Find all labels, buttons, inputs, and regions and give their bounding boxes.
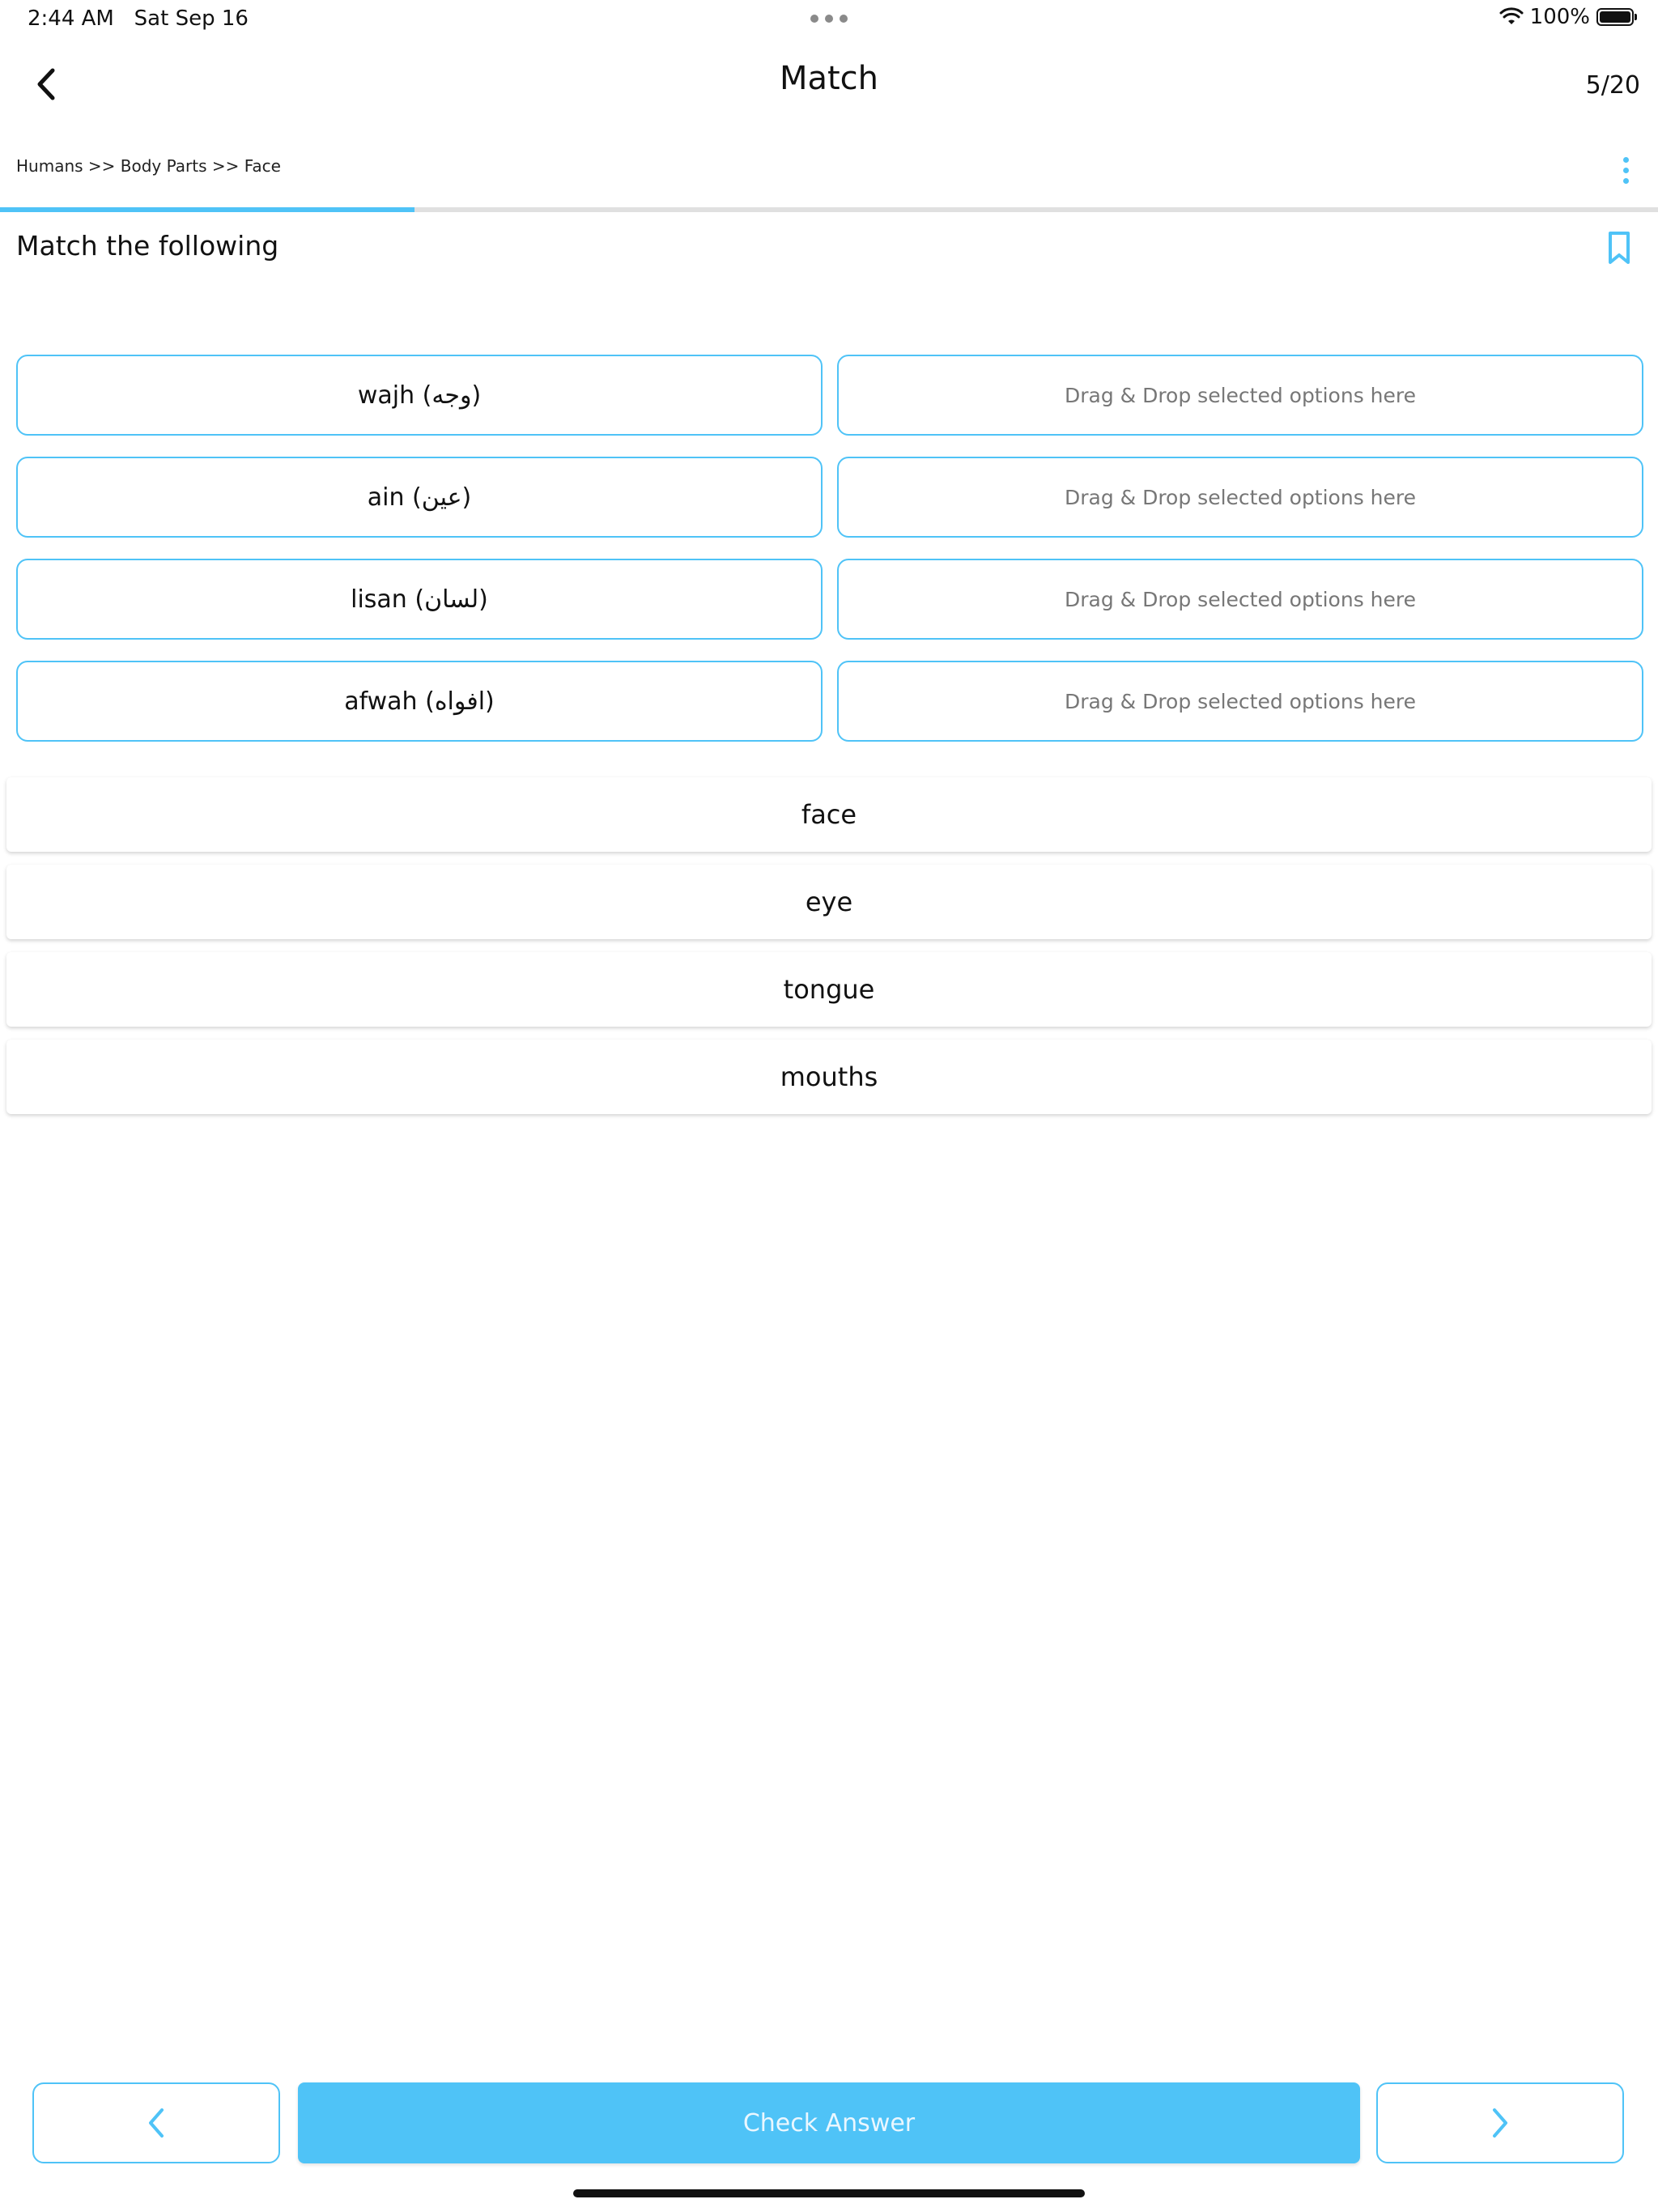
option-card[interactable]: tongue [6,952,1652,1027]
match-term: ain (عين) [16,457,823,538]
match-term: afwah (افواه) [16,661,823,742]
match-term: lisan (لسان) [16,559,823,640]
breadcrumb: Humans >> Body Parts >> Face [16,156,281,176]
match-row: lisan (لسان) Drag & Drop selected option… [16,559,1643,640]
battery-icon [1596,8,1637,26]
battery-percent: 100% [1529,5,1590,29]
status-bar-time: 2:44 AM Sat Sep 16 [28,6,249,31]
bookmark-button[interactable] [1603,230,1635,266]
match-row: afwah (افواه) Drag & Drop selected optio… [16,661,1643,742]
option-card[interactable]: mouths [6,1040,1652,1114]
drop-zone[interactable]: Drag & Drop selected options here [837,661,1643,742]
wifi-icon [1499,7,1524,24]
match-term: wajh (وجه) [16,355,823,436]
previous-question-button[interactable] [32,2082,280,2163]
bookmark-icon [1609,232,1630,264]
back-button[interactable] [24,60,66,108]
more-vertical-icon [1622,156,1629,163]
progress-bar [0,207,1658,212]
question-text: Match the following [16,230,279,262]
options-list: face eye tongue mouths [6,777,1652,1114]
page-title: Match [779,60,879,97]
home-indicator[interactable] [573,2189,1085,2197]
more-menu-button[interactable] [1609,154,1642,186]
next-question-button[interactable] [1376,2082,1624,2163]
status-time: 2:44 AM [28,6,114,31]
option-card[interactable]: eye [6,865,1652,939]
match-row: wajh (وجه) Drag & Drop selected options … [16,355,1643,436]
progress-bar-fill [0,207,414,212]
chevron-right-icon [1493,2108,1507,2138]
status-bar-right: 100% [1499,5,1637,29]
match-row: ain (عين) Drag & Drop selected options h… [16,457,1643,538]
match-grid: wajh (وجه) Drag & Drop selected options … [16,355,1643,742]
status-date: Sat Sep 16 [134,6,249,31]
chevron-left-icon [37,68,55,100]
drop-zone[interactable]: Drag & Drop selected options here [837,355,1643,436]
check-answer-button[interactable]: Check Answer [298,2082,1360,2163]
chevron-left-icon [149,2108,164,2138]
question-counter: 5/20 [1585,71,1640,100]
drop-zone[interactable]: Drag & Drop selected options here [837,559,1643,640]
multitasking-dots-icon[interactable] [810,15,848,23]
drop-zone[interactable]: Drag & Drop selected options here [837,457,1643,538]
option-card[interactable]: face [6,777,1652,852]
